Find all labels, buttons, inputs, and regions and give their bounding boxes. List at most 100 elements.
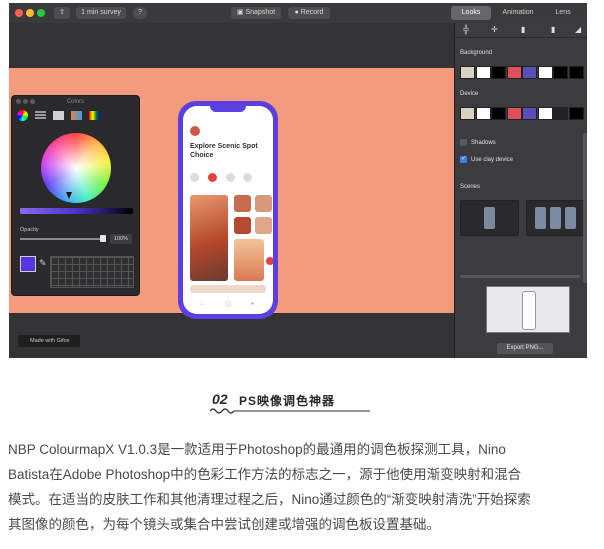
- avatar: [190, 126, 200, 136]
- category-icon: [243, 173, 252, 182]
- article-line: NBP ColourmapX V1.0.3是一款适用于Photoshop的最通用…: [8, 442, 506, 457]
- color-swatch[interactable]: [491, 66, 506, 79]
- color-wheel[interactable]: [41, 133, 111, 203]
- lock-icon[interactable]: ▮: [521, 25, 525, 34]
- color-swatch[interactable]: [475, 66, 491, 79]
- article-line: 模式。在适当的皮肤工作和其他清理过程之后，Nino通过颜色的“渐变映射清洗”开始…: [8, 492, 531, 507]
- snapshot-button[interactable]: ▣ Snapshot: [231, 7, 281, 19]
- sliders-icon[interactable]: [35, 111, 46, 120]
- bag-icon: ▢: [226, 301, 231, 307]
- scene-single[interactable]: [460, 200, 519, 236]
- crayons-icon[interactable]: [89, 111, 100, 120]
- bridge-photo: [190, 195, 228, 281]
- color-swatch[interactable]: [553, 107, 568, 120]
- palettes-icon[interactable]: [53, 111, 64, 120]
- color-swatch[interactable]: [460, 66, 475, 79]
- gifox-badge: Made with Gifox: [18, 335, 80, 347]
- article-line: Batista在Adobe Photoshop中的色彩工作方法的标志之一，源于他…: [8, 467, 522, 482]
- preview-canvas: Explore Scenic Spot Choice ⌂ ▢ ● Colors …: [9, 23, 454, 358]
- title-bar: ⇧ 1 min survey ? ▣ Snapshot ● Record Loo…: [9, 3, 587, 24]
- color-swatch[interactable]: [522, 66, 537, 79]
- opacity-slider-knob[interactable]: [100, 235, 106, 242]
- close-icon: [266, 257, 273, 265]
- tab-animation[interactable]: Animation: [495, 6, 541, 20]
- swatch-grid[interactable]: [50, 256, 134, 288]
- opacity-slider[interactable]: [20, 238, 104, 240]
- record-button[interactable]: ● Record: [288, 7, 330, 19]
- scene-device: [484, 207, 495, 229]
- opacity-label: Opacity: [20, 227, 39, 233]
- scene-device: [550, 207, 561, 229]
- thumbnail-photo: [255, 217, 272, 234]
- color-swatch[interactable]: [460, 107, 475, 120]
- brightness-slider[interactable]: [20, 208, 133, 214]
- thumbnail-photo: [234, 239, 264, 281]
- tab-lens[interactable]: Lens: [545, 6, 581, 20]
- inspector-scrollbar[interactable]: [583, 133, 587, 283]
- app-window: ⇧ 1 min survey ? ▣ Snapshot ● Record Loo…: [9, 3, 587, 358]
- opacity-value[interactable]: 100%: [110, 234, 132, 244]
- category-icon-active: [208, 173, 217, 182]
- card-strip: [190, 285, 266, 293]
- color-swatch[interactable]: [491, 107, 506, 120]
- section-heading: 02 PS映像调色神器: [204, 389, 404, 415]
- snapshot-label: Snapshot: [245, 9, 276, 16]
- move-icon[interactable]: ╬: [463, 25, 469, 34]
- export-png-button[interactable]: Export PNG...: [497, 343, 553, 354]
- shadows-label: Shadows: [471, 140, 496, 146]
- color-swatch[interactable]: [506, 66, 522, 79]
- clay-device-label: Use clay device: [471, 157, 514, 163]
- current-color-swatch[interactable]: [20, 256, 36, 272]
- article-line: 其图像的颜色，为每个镜头或集合中尝试创建或增强的调色板设置基础。: [8, 517, 440, 532]
- unlock-icon[interactable]: ▮: [551, 25, 555, 34]
- minimize-window-button[interactable]: [26, 9, 34, 17]
- color-swatch[interactable]: [568, 107, 584, 120]
- color-swatch[interactable]: [522, 107, 537, 120]
- zoom-window-button[interactable]: [37, 9, 45, 17]
- article-body: NBP ColourmapX V1.0.3是一款适用于Photoshop的最通用…: [8, 437, 598, 537]
- tab-looks[interactable]: Looks: [451, 6, 491, 20]
- phone-mockup: Explore Scenic Spot Choice ⌂ ▢ ●: [178, 101, 278, 319]
- record-label: Record: [300, 9, 324, 16]
- scene-triple[interactable]: [526, 200, 585, 236]
- device-section-label: Device: [460, 91, 479, 97]
- scenes-section-label: Scenes: [460, 184, 481, 190]
- scene-device: [565, 207, 576, 229]
- thumbnail-photo: [255, 195, 272, 212]
- help-button[interactable]: ?: [133, 7, 147, 19]
- thumbnail-photo: [234, 195, 251, 212]
- category-icon: [190, 173, 199, 182]
- color-swatch[interactable]: [537, 66, 553, 79]
- color-swatch[interactable]: [553, 66, 568, 79]
- image-palettes-icon[interactable]: [71, 111, 82, 120]
- color-swatch[interactable]: [506, 107, 522, 120]
- heading-number: 02: [212, 391, 228, 407]
- close-window-button[interactable]: [15, 9, 23, 17]
- scene-device: [535, 207, 546, 229]
- phone-notch: [210, 106, 246, 112]
- inspector-panel: ╬ ✛ ▮ ▮ ◢ Background Device Shadows ✓ Us…: [454, 23, 587, 358]
- horizontal-scrollbar[interactable]: [460, 275, 580, 278]
- clay-device-checkbox[interactable]: ✓: [460, 156, 467, 163]
- background-section-label: Background: [460, 50, 493, 56]
- heading-underline: [210, 408, 370, 414]
- rotate-icon[interactable]: ◢: [575, 25, 581, 34]
- color-wheel-icon[interactable]: [17, 110, 28, 121]
- category-icon: [226, 173, 235, 182]
- eyedropper-icon[interactable]: ✎: [39, 258, 47, 269]
- survey-button[interactable]: 1 min survey: [76, 7, 126, 19]
- cursor-icon: [66, 192, 72, 199]
- color-swatch[interactable]: [537, 107, 553, 120]
- shadows-checkbox[interactable]: [460, 139, 467, 146]
- export-preview: [486, 286, 570, 333]
- thumbnail-photo: [234, 217, 251, 234]
- phone-screen: Explore Scenic Spot Choice ⌂ ▢ ●: [183, 106, 273, 314]
- preview-phone: [522, 291, 536, 330]
- scale-icon[interactable]: ✛: [491, 25, 498, 34]
- color-swatch[interactable]: [475, 107, 491, 120]
- color-swatch[interactable]: [568, 66, 584, 79]
- user-icon: ●: [251, 301, 255, 307]
- sidebar-toggle-button[interactable]: ⇧: [54, 7, 70, 19]
- colors-panel[interactable]: Colors Opacity 100% ✎: [11, 95, 140, 296]
- device-tools: ╬ ✛ ▮ ▮ ◢: [455, 23, 587, 38]
